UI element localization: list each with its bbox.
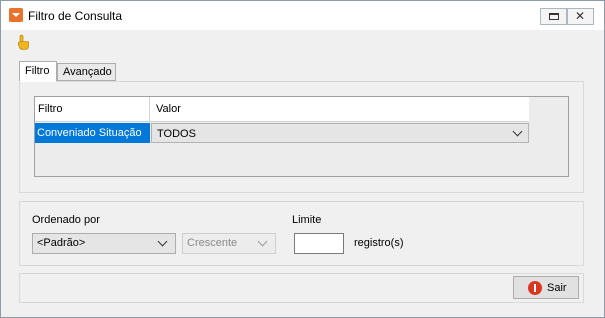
tab-filtro[interactable]: Filtro xyxy=(19,61,57,82)
sort-direction-select: Crescente xyxy=(182,233,276,254)
app-icon xyxy=(9,8,23,22)
restore-button[interactable] xyxy=(540,8,567,25)
sort-label: Ordenado por xyxy=(32,214,100,226)
window-title: Filtro de Consulta xyxy=(28,9,123,23)
close-button[interactable]: ✕ xyxy=(567,8,594,25)
exit-button[interactable]: Sair xyxy=(513,276,579,299)
limit-label: Limite xyxy=(292,214,322,226)
filter-name-cell[interactable]: Conveniado Situação xyxy=(35,123,150,143)
tab-avancado[interactable]: Avançado xyxy=(57,63,116,81)
restore-icon xyxy=(549,13,559,20)
pointing-hand-icon[interactable] xyxy=(16,34,30,50)
chevron-down-icon xyxy=(512,126,523,137)
filter-value-text: TODOS xyxy=(157,128,196,140)
filter-value-select[interactable]: TODOS xyxy=(151,123,529,143)
table-row[interactable]: Conveniado Situação TODOS xyxy=(35,123,529,143)
exit-button-label: Sair xyxy=(547,282,567,294)
sort-field-value: <Padrão> xyxy=(37,237,86,249)
chevron-down-icon xyxy=(257,236,268,247)
limit-input[interactable] xyxy=(294,233,344,254)
sort-direction-value: Crescente xyxy=(187,237,238,249)
chevron-down-icon xyxy=(157,236,168,247)
limit-unit-label: registro(s) xyxy=(354,237,404,249)
filter-grid-header: Filtro Valor xyxy=(35,97,529,122)
sort-field-select[interactable]: <Padrão> xyxy=(32,233,176,254)
close-icon: ✕ xyxy=(575,9,586,23)
column-header-filtro[interactable]: Filtro xyxy=(35,97,150,122)
footer-panel xyxy=(19,273,584,303)
stop-icon xyxy=(528,281,542,295)
column-header-valor[interactable]: Valor xyxy=(151,97,529,122)
title-bar: Filtro de Consulta ✕ xyxy=(1,1,604,30)
